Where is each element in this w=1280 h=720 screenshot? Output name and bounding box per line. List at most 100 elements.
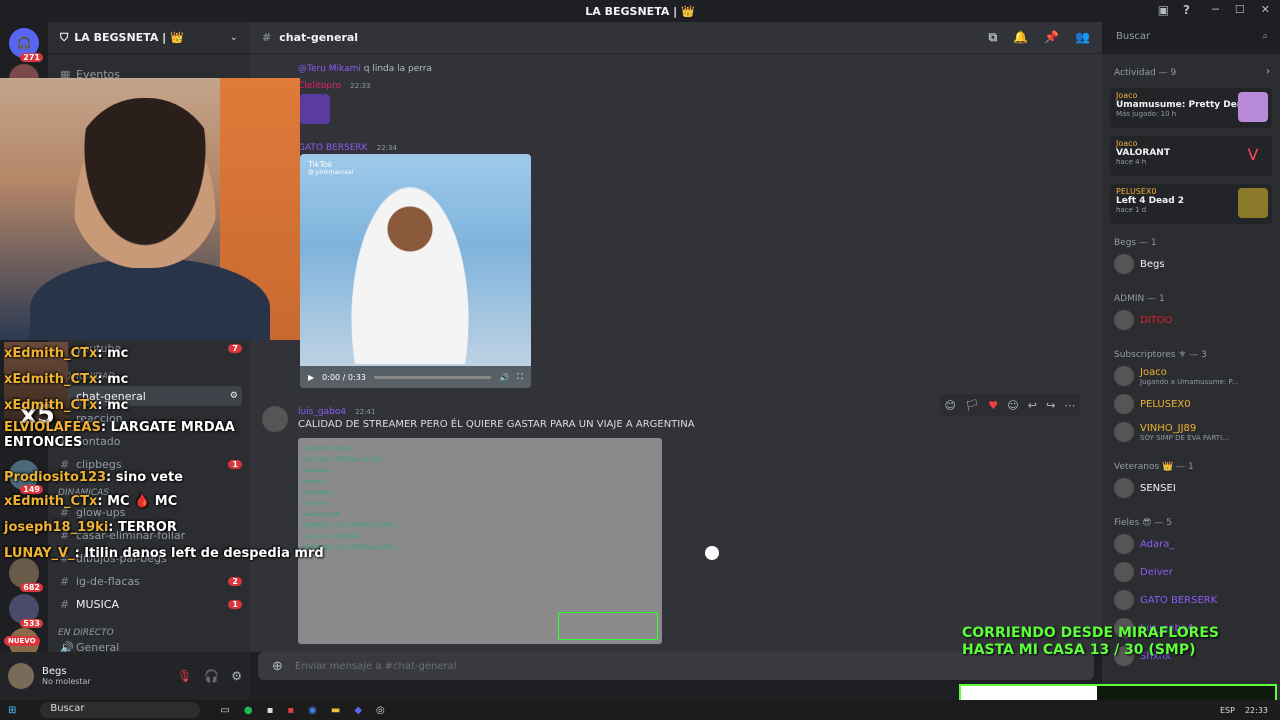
member-item[interactable]: Begs xyxy=(1114,254,1165,274)
member-item[interactable]: DITOO xyxy=(1114,310,1173,330)
rainbow-flag-icon[interactable]: 🏳 xyxy=(965,399,979,412)
chevron-right-icon[interactable]: › xyxy=(1266,66,1270,77)
voice-channel-general[interactable]: 🔊 General xyxy=(56,641,242,654)
clock[interactable]: 22:33 xyxy=(1245,706,1268,715)
sticker-image xyxy=(300,94,330,124)
tiktok-watermark: TikTok @ pinkmanreal xyxy=(308,160,353,176)
minimize-button[interactable]: ─ xyxy=(1212,3,1219,16)
maximize-button[interactable]: ☐ xyxy=(1235,3,1245,16)
reply-preview[interactable]: @Teru Mikami q linda la perra xyxy=(298,64,432,74)
user-status: No molestar xyxy=(42,677,91,686)
member-item[interactable]: Adara_ xyxy=(1114,534,1174,554)
app-icon[interactable]: ◎ xyxy=(376,705,385,716)
unread-badge: 1 xyxy=(228,459,242,469)
settings-icon[interactable]: ⚙ xyxy=(230,391,238,401)
category-en-directo[interactable]: EN DIRECTO xyxy=(58,628,114,638)
server-header[interactable]: ⛉ LA BEGSNETA | 👑 ⌄ xyxy=(48,22,250,54)
video-time: 0:00 / 0:33 xyxy=(322,372,366,382)
unread-badge: 149 xyxy=(20,485,43,494)
unread-badge: 1 xyxy=(228,599,242,609)
valorant-icon: V xyxy=(1238,140,1268,170)
search-input[interactable]: Buscar ⌕ xyxy=(1110,28,1274,48)
message-list: @Teru Mikami q linda la perra Cielitopro… xyxy=(250,54,1102,652)
windows-start-icon[interactable]: ⊞ xyxy=(8,705,16,716)
attachment-line: Taylorcasqui xyxy=(302,490,333,496)
attachment-line: JPanauagua xyxy=(302,468,332,474)
help-icon[interactable]: ? xyxy=(1183,3,1190,17)
user-settings-icon[interactable]: ⚙ xyxy=(231,669,242,683)
activity-header: Actividad — 9 xyxy=(1114,68,1177,78)
add-attachment-icon[interactable]: ⊕ xyxy=(272,659,283,674)
overlay-chat-user: xEdmith_CTx xyxy=(4,372,98,387)
activity-card[interactable]: Joaco VALORANT hace 4 h V xyxy=(1110,136,1272,176)
message-timestamp: 22:34 xyxy=(376,144,397,152)
play-icon[interactable]: ▶ xyxy=(308,373,314,382)
window-controls: ─ ☐ ✕ xyxy=(1212,3,1270,16)
attachment-line: Cieloa5000: Historial xyxy=(302,446,355,452)
channel-ig-de-flacas[interactable]: # ig-de-flacas 2 xyxy=(56,571,242,591)
member-name: VINHO_JJ89 xyxy=(1140,422,1197,434)
close-button[interactable]: ✕ xyxy=(1261,3,1270,16)
threads-icon[interactable]: ⧉ xyxy=(989,30,998,45)
avatar[interactable] xyxy=(262,406,288,432)
spotify-icon[interactable]: ● xyxy=(244,705,253,716)
task-view-icon[interactable]: ▭ xyxy=(220,705,229,716)
overlay-chat-line: joseph18_19ki: TERROR xyxy=(4,520,177,535)
overlay-chat-user: joseph18_19ki xyxy=(4,520,109,535)
bell-icon[interactable]: 🔔 xyxy=(1013,30,1028,45)
attachment-line: Kissitosa xyxy=(302,479,324,485)
app-icon[interactable]: ▪ xyxy=(267,705,274,716)
mute-mic-icon[interactable]: 🎙 xyxy=(177,669,192,683)
heart-icon[interactable]: ♥ xyxy=(988,399,998,412)
overlay-chat-user: ELVIOLAFEAS xyxy=(4,420,101,435)
server-icon[interactable]: 533 xyxy=(9,594,43,628)
member-group-header: Veteranos 👑 — 1 xyxy=(1114,462,1194,472)
folder-icon[interactable]: ▬ xyxy=(331,705,340,716)
reply-icon[interactable]: ↩ xyxy=(1028,399,1037,412)
member-item[interactable]: GATO BERSERK xyxy=(1114,590,1217,610)
member-activity: SOY SIMP DE EVA PARTI... xyxy=(1140,433,1229,442)
search-placeholder: Buscar xyxy=(1116,31,1151,42)
volume-icon[interactable]: 🔊 xyxy=(499,373,509,382)
server-icon[interactable]: 682 xyxy=(9,558,43,592)
more-icon[interactable]: ⋯ xyxy=(1064,399,1075,412)
activity-card[interactable]: Joaco Umamusume: Pretty Derby Más jugado… xyxy=(1110,88,1272,128)
channel-musica[interactable]: # MUSICA 1 xyxy=(56,594,242,614)
member-list-icon[interactable]: 👥 xyxy=(1075,30,1090,45)
member-item[interactable]: VINHO_JJ89 SOY SIMP DE EVA PARTI... xyxy=(1114,422,1229,442)
forward-icon[interactable]: ↪ xyxy=(1046,399,1055,412)
avatar[interactable] xyxy=(8,663,34,689)
deafen-icon[interactable]: 🎧 xyxy=(204,669,219,683)
attachment-line: valsodang_BUE xyxy=(302,512,341,518)
app-icon[interactable]: ▪ xyxy=(287,705,294,716)
direct-messages-button[interactable]: 🎧 271 xyxy=(9,28,43,62)
video-embed[interactable]: TikTok @ pinkmanreal ▶ 0:00 / 0:33 🔊 ⛶ xyxy=(300,154,531,388)
activity-card[interactable]: PELUSEX0 Left 4 Dead 2 hace 1 d xyxy=(1110,184,1272,224)
member-item[interactable]: Deiver xyxy=(1114,562,1173,582)
taskbar-search[interactable]: Buscar xyxy=(40,702,201,718)
video-progress[interactable] xyxy=(373,375,492,379)
message-author[interactable]: luis_gabo4 xyxy=(298,407,346,417)
hash-icon: # xyxy=(262,31,272,44)
reaction-icon[interactable]: 😊 xyxy=(945,399,956,412)
image-attachment[interactable]: Cieloa5000: Historial smith_stick: HISTOR… xyxy=(298,438,662,644)
shield-icon: ⛉ xyxy=(60,30,69,44)
language-indicator[interactable]: ESP xyxy=(1220,706,1235,715)
inbox-icon[interactable]: ▣ xyxy=(1158,3,1169,17)
chrome-icon[interactable]: ◉ xyxy=(308,705,317,716)
overlay-chat-user: LUNAY_V_ xyxy=(4,546,75,561)
add-reaction-icon[interactable]: ☺ xyxy=(1007,399,1018,412)
channel-title: chat-general xyxy=(279,31,359,44)
chat-header: # chat-general ⧉ 🔔 📌 👥 xyxy=(250,22,1102,54)
fullscreen-icon[interactable]: ⛶ xyxy=(517,372,523,382)
member-item[interactable]: PELUSEX0 xyxy=(1114,394,1191,414)
message-author[interactable]: GATO BERSERK xyxy=(298,143,368,153)
taskbar-search-label: Buscar xyxy=(50,703,85,714)
member-item[interactable]: Joaco Jugando a Umamusume: P... xyxy=(1114,366,1238,386)
unread-badge: 271 xyxy=(20,53,43,62)
taskbar: ⊞ Buscar ▭ ● ▪ ▪ ◉ ▬ ◆ ◎ ESP 22:33 xyxy=(0,700,1280,720)
member-item[interactable]: SENSEI xyxy=(1114,478,1176,498)
message-author[interactable]: Cielitopro xyxy=(298,81,341,91)
discord-icon[interactable]: ◆ xyxy=(354,705,362,716)
pin-icon[interactable]: 📌 xyxy=(1044,30,1059,45)
